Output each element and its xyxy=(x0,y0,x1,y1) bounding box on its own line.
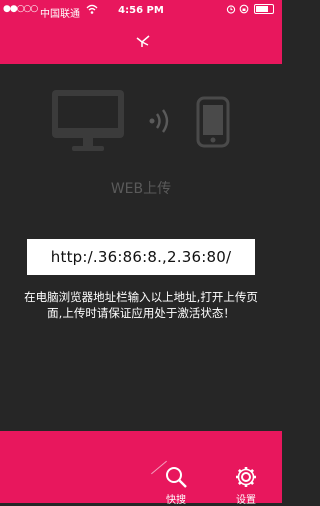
tab-settings-label: 设置 xyxy=(236,495,256,506)
alarm-icon xyxy=(227,5,236,14)
tab-quick-search-label: 快搜 xyxy=(166,495,186,506)
tab-settings[interactable]: 设置 xyxy=(216,431,276,506)
search-icon xyxy=(166,467,187,488)
tab-quick-search[interactable]: 快搜 xyxy=(146,431,206,506)
computer-icon xyxy=(52,90,124,151)
device-illustration xyxy=(0,70,282,170)
status-bar: ●●○○○ 中国联通 4:56 PM xyxy=(0,0,282,22)
upload-hint: 在电脑浏览器地址栏输入以上地址,打开上传页面,上传时请保证应用处于激活状态！ xyxy=(24,290,258,320)
lock-rotation-icon xyxy=(239,4,249,14)
gear-icon xyxy=(236,467,256,487)
battery-icon xyxy=(254,4,274,14)
wireless-signal-icon xyxy=(149,109,169,133)
upload-url: http:/.36:86:8.,2.36:80/ xyxy=(27,239,255,275)
app-logo-icon xyxy=(136,35,150,47)
phone-icon xyxy=(196,96,230,148)
upload-title: WEB上传 xyxy=(110,181,172,197)
nav-bar xyxy=(0,22,282,64)
status-icons xyxy=(226,4,274,15)
bottom-tab-bar: 快搜 设置 xyxy=(0,431,282,506)
